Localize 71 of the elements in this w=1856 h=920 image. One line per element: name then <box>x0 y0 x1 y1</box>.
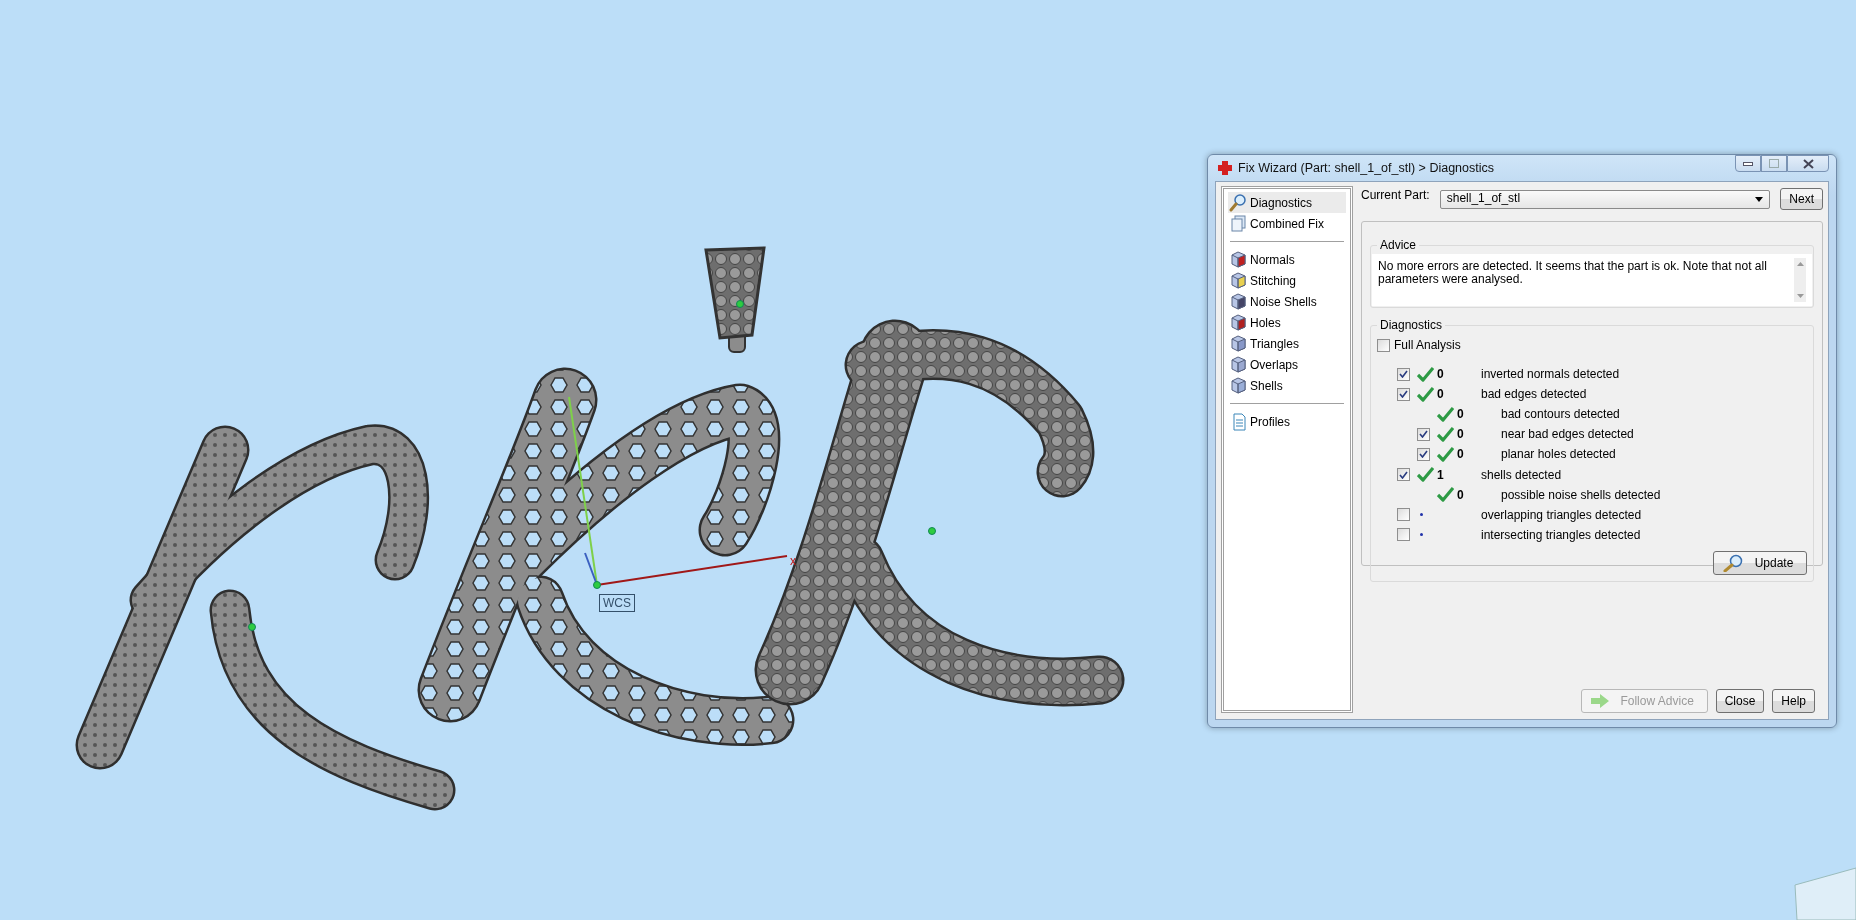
arrow-icon <box>1589 694 1610 708</box>
diagnostic-label: bad contours detected <box>1501 407 1621 422</box>
field-label: Current Part: <box>1361 188 1430 202</box>
axis-label: x <box>790 554 796 568</box>
diagnostic-label: intersecting triangles detected <box>1481 527 1642 542</box>
wcs-label: WCS <box>599 594 635 612</box>
diagnostic-label: overlapping triangles detected <box>1481 507 1643 522</box>
diagnostic-count: 0 <box>1457 427 1465 442</box>
magnifier-icon <box>1229 193 1247 212</box>
diagnostic-count: 0 <box>1437 367 1445 382</box>
diagnostic-label: bad edges detected <box>1481 387 1588 402</box>
minimize-icon <box>1743 161 1753 166</box>
sidebar-item[interactable]: Noise Shells <box>1228 291 1346 312</box>
diagnostic-label: inverted normals detected <box>1481 367 1621 382</box>
group-title: Advice <box>1379 238 1418 252</box>
checkbox-label: Full Analysis <box>1394 338 1461 352</box>
sidebar-item[interactable]: Diagnostics <box>1228 192 1346 213</box>
sidebar-item[interactable]: Profiles <box>1228 411 1346 432</box>
diagnostic-label: planar holes detected <box>1501 447 1617 462</box>
dialog-button[interactable]: Help <box>1772 689 1815 713</box>
cube-icon <box>1229 292 1247 311</box>
cube-icon <box>1229 355 1247 374</box>
dialog-button[interactable]: Close <box>1715 689 1765 713</box>
checkbox[interactable] <box>1397 468 1410 481</box>
diagnostic-count: 0 <box>1457 447 1465 462</box>
dropdown-arrow-icon <box>1755 196 1764 202</box>
next-button[interactable]: Next <box>1780 188 1823 210</box>
sidebar-item[interactable]: Normals <box>1228 249 1346 270</box>
cube-icon <box>1229 313 1247 332</box>
cube-icon <box>1229 250 1247 269</box>
diagnostic-count: 1 <box>1437 467 1445 482</box>
close-button[interactable] <box>1787 155 1829 172</box>
close-icon <box>1802 158 1814 169</box>
scroll-bar[interactable] <box>1794 258 1806 302</box>
diagnostic-label: shells detected <box>1481 467 1563 482</box>
checkbox[interactable] <box>1397 528 1410 542</box>
sidebar-item[interactable]: Stitching <box>1228 270 1346 291</box>
advice-text: No more errors are detected. It seems that the part is ok. Note that not all parameters were analysed. <box>1378 258 1768 288</box>
diagnostic-count: 0 <box>1457 487 1465 502</box>
minimize-button[interactable] <box>1735 155 1761 172</box>
window-title: Fix Wizard (Part: shell_1_of_stl) > Diagnostics <box>1238 161 1495 175</box>
checkbox[interactable] <box>1417 427 1430 441</box>
checkbox[interactable] <box>1417 447 1430 461</box>
checkbox[interactable] <box>1397 508 1410 522</box>
origin-dot <box>593 581 601 589</box>
pivot-dot <box>736 300 744 308</box>
search-icon <box>1722 553 1744 572</box>
sheets-icon <box>1229 214 1247 233</box>
sidebar-item[interactable]: Overlaps <box>1228 354 1346 375</box>
checkbox[interactable] <box>1377 338 1390 352</box>
pivot-dot <box>248 623 256 631</box>
cube-icon <box>1229 334 1247 353</box>
cube-icon <box>1229 271 1247 290</box>
diagnostic-label: possible noise shells detected <box>1501 487 1662 502</box>
group-title: Diagnostics <box>1379 318 1444 332</box>
sidebar-item[interactable]: Holes <box>1228 312 1346 333</box>
diagnostic-count: 0 <box>1437 387 1445 402</box>
sidebar-item[interactable]: Triangles <box>1228 333 1346 354</box>
pivot-dot <box>928 527 936 535</box>
cube-icon <box>1229 376 1247 395</box>
diagnostic-count: 0 <box>1457 407 1465 422</box>
sidebar-item[interactable]: Combined Fix <box>1228 213 1346 234</box>
update-button[interactable]: Update <box>1713 550 1807 575</box>
diagnostic-label: near bad edges detected <box>1501 427 1635 442</box>
checkbox[interactable] <box>1397 367 1410 381</box>
checkbox[interactable] <box>1397 387 1410 401</box>
sidebar-item[interactable]: Shells <box>1228 375 1346 396</box>
part-dropdown[interactable]: shell_1_of_stl <box>1439 189 1771 209</box>
app-icon <box>1217 160 1233 176</box>
maximize-icon <box>1769 159 1779 168</box>
view-cube-icon <box>1794 867 1856 920</box>
